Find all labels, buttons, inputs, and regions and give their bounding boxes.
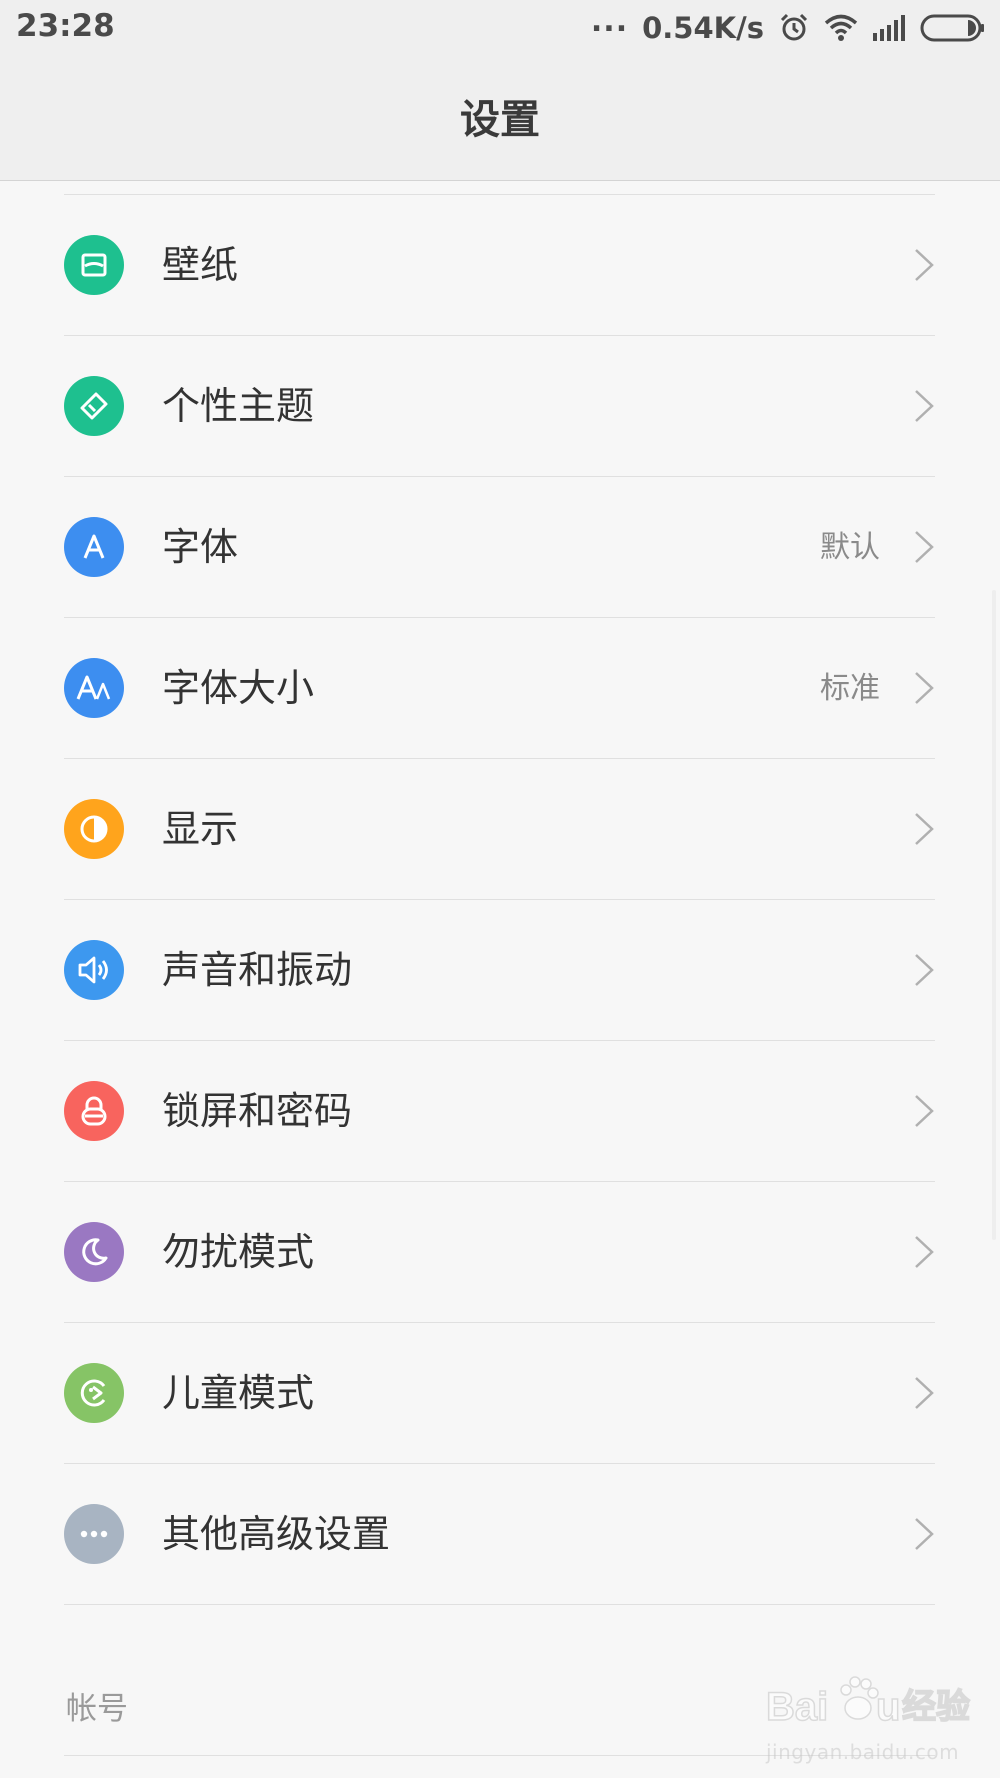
baidu-jingyan-logo: Bai u 经验 [766, 1676, 971, 1730]
chevron-right-icon [915, 249, 934, 281]
settings-item-font-size[interactable]: 字体大小 标准 [0, 618, 1000, 759]
settings-item-label: 壁纸 [162, 243, 239, 287]
settings-item-label: 字体大小 [162, 666, 315, 710]
chevron-right-icon [915, 1518, 934, 1550]
network-speed: 0.54K/s [642, 11, 764, 45]
chevron-right-icon [915, 1377, 934, 1409]
settings-item-label: 个性主题 [162, 384, 315, 428]
section-header-account: 帐号 [66, 1691, 128, 1727]
settings-item-label: 锁屏和密码 [162, 1089, 353, 1133]
settings-item-label: 其他高级设置 [162, 1512, 391, 1556]
font-icon [64, 517, 124, 577]
signal-icon [872, 15, 906, 41]
settings-item-label: 勿扰模式 [162, 1230, 315, 1274]
settings-item-do-not-disturb[interactable]: 勿扰模式 [0, 1182, 1000, 1323]
kid-mode-icon [64, 1363, 124, 1423]
settings-item-label: 声音和振动 [162, 948, 353, 992]
divider [64, 1604, 935, 1605]
theme-brush-icon [64, 376, 124, 436]
settings-item-sound[interactable]: 声音和振动 [0, 900, 1000, 1041]
status-dots: ... [590, 3, 629, 39]
chevron-right-icon [915, 1095, 934, 1127]
settings-item-label: 字体 [162, 525, 239, 569]
settings-item-lock-screen[interactable]: 锁屏和密码 [0, 1041, 1000, 1182]
svg-text:经验: 经验 [902, 1687, 970, 1727]
alarm-icon [778, 12, 810, 44]
settings-item-value: 默认 [820, 530, 880, 565]
chevron-right-icon [915, 954, 934, 986]
svg-text:Bai: Bai [766, 1685, 828, 1729]
page-title: 设置 [460, 97, 540, 143]
wallpaper-icon [64, 235, 124, 295]
settings-item-wallpaper[interactable]: 壁纸 [0, 195, 1000, 336]
settings-item-value: 标准 [820, 671, 880, 706]
status-time: 23:28 [16, 8, 115, 44]
lock-icon [64, 1081, 124, 1141]
scroll-indicator [992, 590, 996, 1240]
chevron-right-icon [915, 672, 934, 704]
wifi-icon [824, 14, 858, 42]
watermark: Bai u 经验 jingyan.baidu.com [766, 1668, 996, 1776]
chevron-right-icon [915, 390, 934, 422]
settings-item-kid-mode[interactable]: 儿童模式 [0, 1323, 1000, 1464]
font-size-icon [64, 658, 124, 718]
title-bar: 设置 [0, 56, 1000, 181]
speaker-icon [64, 940, 124, 1000]
watermark-url: jingyan.baidu.com [766, 1740, 960, 1764]
settings-item-font[interactable]: 字体 默认 [0, 477, 1000, 618]
settings-item-label: 显示 [162, 807, 239, 851]
display-icon [64, 799, 124, 859]
more-icon [64, 1504, 124, 1564]
settings-item-advanced[interactable]: 其他高级设置 [0, 1464, 1000, 1605]
chevron-right-icon [915, 813, 934, 845]
chevron-right-icon [915, 1236, 934, 1268]
settings-item-theme[interactable]: 个性主题 [0, 336, 1000, 477]
status-right: ... 0.54K/s [591, 4, 986, 48]
svg-text:u: u [876, 1685, 900, 1729]
status-bar: 23:28 ... 0.54K/s [0, 0, 1000, 56]
settings-item-display[interactable]: 显示 [0, 759, 1000, 900]
moon-icon [64, 1222, 124, 1282]
chevron-right-icon [915, 531, 934, 563]
settings-item-label: 儿童模式 [162, 1371, 315, 1415]
battery-icon [920, 14, 986, 42]
